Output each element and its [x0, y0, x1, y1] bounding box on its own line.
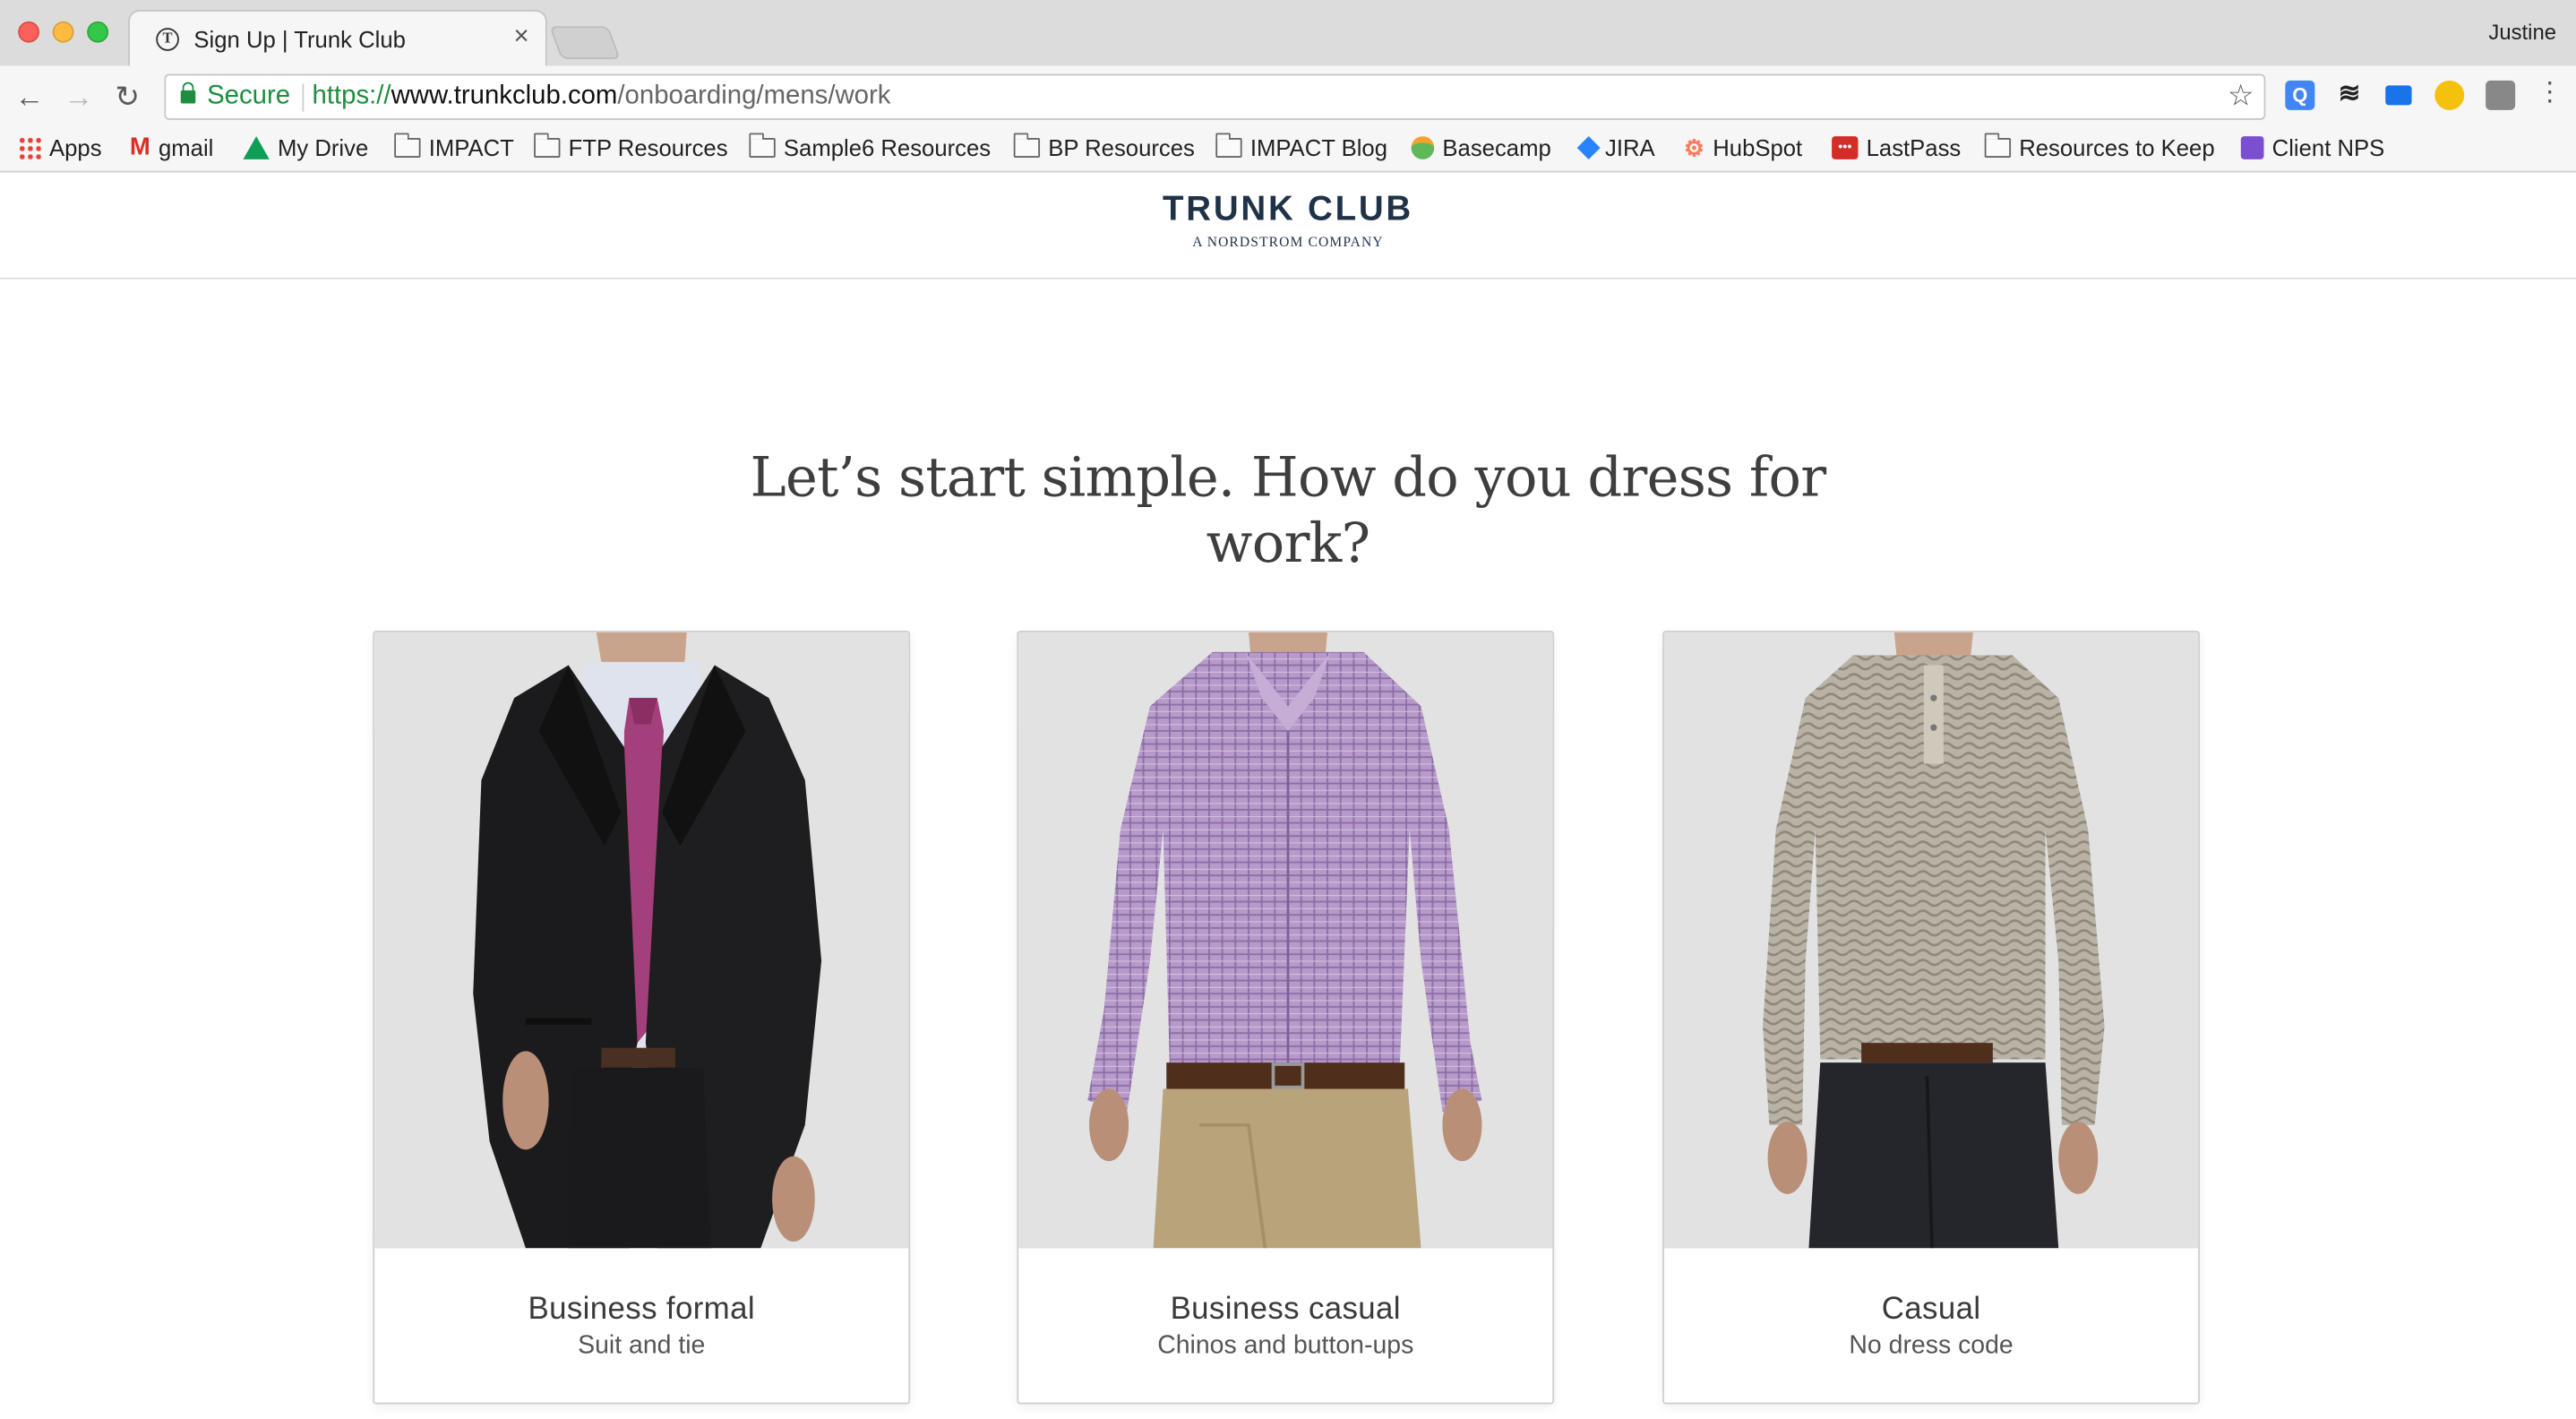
tab-close-icon[interactable]: ×	[513, 23, 528, 53]
bookmark-hubspot[interactable]: ⚙ HubSpot	[1684, 134, 1802, 164]
bookmark-apps[interactable]: Apps	[18, 134, 102, 164]
option-title: Casual	[1881, 1292, 1981, 1328]
option-card-business-formal[interactable]: Business formal Suit and tie	[373, 630, 911, 1405]
option-subtitle: Suit and tie	[578, 1331, 706, 1360]
back-arrow-icon[interactable]: ←	[15, 81, 45, 114]
drive-icon	[243, 136, 270, 160]
extension-honey-icon[interactable]	[2434, 80, 2465, 110]
bookmarks-bar: Apps Mgmail My Drive IMPACT FTP Resource…	[0, 127, 2576, 173]
apps-grid-icon	[18, 136, 41, 160]
bookmark-label: Basecamp	[1442, 134, 1551, 161]
bookmark-label: FTP Resources	[568, 134, 728, 161]
lock-icon	[180, 82, 196, 104]
bookmark-label: gmail	[158, 134, 214, 161]
bookmark-label: Resources to Keep	[2019, 134, 2215, 161]
bookmark-lastpass[interactable]: ••• LastPass	[1832, 134, 1961, 164]
trunk-club-logo[interactable]: TRUNK CLUB A NORDSTROM COMPANY	[0, 191, 2576, 250]
extension-screen-icon[interactable]	[2385, 85, 2412, 106]
bookmark-label: HubSpot	[1713, 134, 1803, 161]
page-headline: Let’s start simple. How do you dress for…	[750, 445, 1827, 575]
bookmark-label: Client NPS	[2271, 134, 2385, 161]
bookmark-client-nps[interactable]: Client NPS	[2240, 134, 2385, 164]
bookmark-label: My Drive	[277, 134, 369, 161]
folder-icon	[749, 133, 776, 159]
tab-title: Sign Up | Trunk Club	[193, 26, 406, 53]
bookmark-label: Sample6 Resources	[783, 134, 992, 161]
bookmark-label: Apps	[49, 134, 102, 161]
client-nps-icon	[2240, 136, 2264, 160]
extension-hubspot-icon[interactable]	[2486, 80, 2516, 110]
bookmark-impact-blog[interactable]: IMPACT Blog	[1215, 133, 1387, 164]
browser-tab-active[interactable]: T Sign Up | Trunk Club ×	[128, 9, 547, 68]
gmail-icon: M	[129, 133, 150, 162]
secure-label: Secure	[207, 82, 291, 110]
bookmark-ftp-resources[interactable]: FTP Resources	[534, 133, 728, 164]
card-text: Business formal Suit and tie	[374, 1248, 908, 1402]
chrome-menu-icon[interactable]: ⋮	[2537, 79, 2563, 108]
url-divider	[302, 83, 305, 112]
bookmark-sample6-resources[interactable]: Sample6 Resources	[749, 133, 992, 164]
bookmark-label: BP Resources	[1048, 134, 1195, 161]
brand-name: TRUNK CLUB	[1163, 190, 1414, 228]
profile-name[interactable]: Justine	[2488, 20, 2556, 44]
close-window-button[interactable]	[18, 21, 40, 43]
url-path: /onboarding/mens/work	[617, 82, 891, 110]
minimize-window-button[interactable]	[52, 21, 74, 43]
folder-icon	[1215, 133, 1242, 159]
tab-strip: T Sign Up | Trunk Club × Justine	[0, 0, 2576, 68]
forward-arrow-icon[interactable]: →	[64, 81, 94, 114]
bookmark-label: LastPass	[1866, 134, 1962, 161]
option-subtitle: No dress code	[1849, 1331, 2014, 1360]
folder-icon	[534, 133, 561, 159]
new-tab-button[interactable]	[549, 26, 621, 59]
folder-icon	[394, 133, 421, 159]
folder-icon	[1013, 133, 1041, 159]
bookmark-bp-resources[interactable]: BP Resources	[1013, 133, 1195, 164]
site-header: TRUNK CLUB A NORDSTROM COMPANY	[0, 172, 2576, 280]
card-text: Casual No dress code	[1664, 1248, 2198, 1402]
basecamp-icon	[1411, 136, 1435, 160]
option-title: Business formal	[528, 1292, 755, 1328]
browser-toolbar: ← → ↻ Secure https://www.trunkclub.com/o…	[0, 65, 2576, 128]
hubspot-icon: ⚙	[1684, 133, 1705, 161]
folder-icon	[1984, 133, 2012, 159]
bookmark-star-icon[interactable]: ☆	[2228, 79, 2254, 113]
option-card-business-casual[interactable]: Business casual Chinos and button-ups	[1017, 630, 1555, 1405]
bookmark-my-drive[interactable]: My Drive	[243, 134, 368, 164]
lastpass-icon: •••	[1832, 136, 1859, 160]
business-casual-photo	[1018, 632, 1553, 1249]
jira-icon	[1576, 136, 1601, 160]
reload-icon[interactable]: ↻	[115, 81, 140, 114]
option-card-casual[interactable]: Casual No dress code	[1662, 630, 2200, 1405]
bookmark-basecamp[interactable]: Basecamp	[1411, 134, 1551, 164]
business-formal-photo	[374, 632, 909, 1249]
option-title: Business casual	[1170, 1292, 1401, 1328]
card-text: Business casual Chinos and button-ups	[1018, 1248, 1552, 1402]
trunk-club-favicon-icon: T	[156, 28, 179, 51]
bookmark-label: IMPACT Blog	[1249, 134, 1387, 161]
extension-search-icon[interactable]: Q	[2285, 80, 2315, 110]
brand-subtitle: A NORDSTROM COMPANY	[1192, 233, 1384, 250]
bookmark-gmail[interactable]: Mgmail	[130, 134, 213, 164]
url-host: www.trunkclub.com	[391, 82, 618, 110]
maximize-window-button[interactable]	[87, 21, 109, 43]
bookmark-resources-to-keep[interactable]: Resources to Keep	[1984, 133, 2215, 164]
option-subtitle: Chinos and button-ups	[1157, 1331, 1414, 1360]
bookmark-impact[interactable]: IMPACT	[394, 133, 514, 164]
bookmark-jira[interactable]: JIRA	[1576, 134, 1655, 164]
casual-photo	[1664, 632, 2199, 1249]
extension-buffer-icon[interactable]: ≋	[2334, 81, 2364, 110]
address-bar[interactable]: Secure https://www.trunkclub.com/onboard…	[164, 73, 2266, 120]
url-scheme: https://	[312, 82, 391, 110]
bookmark-label: IMPACT	[428, 134, 514, 161]
bookmark-label: JIRA	[1604, 134, 1655, 161]
url-text[interactable]: https://www.trunkclub.com/onboarding/men…	[312, 82, 890, 112]
